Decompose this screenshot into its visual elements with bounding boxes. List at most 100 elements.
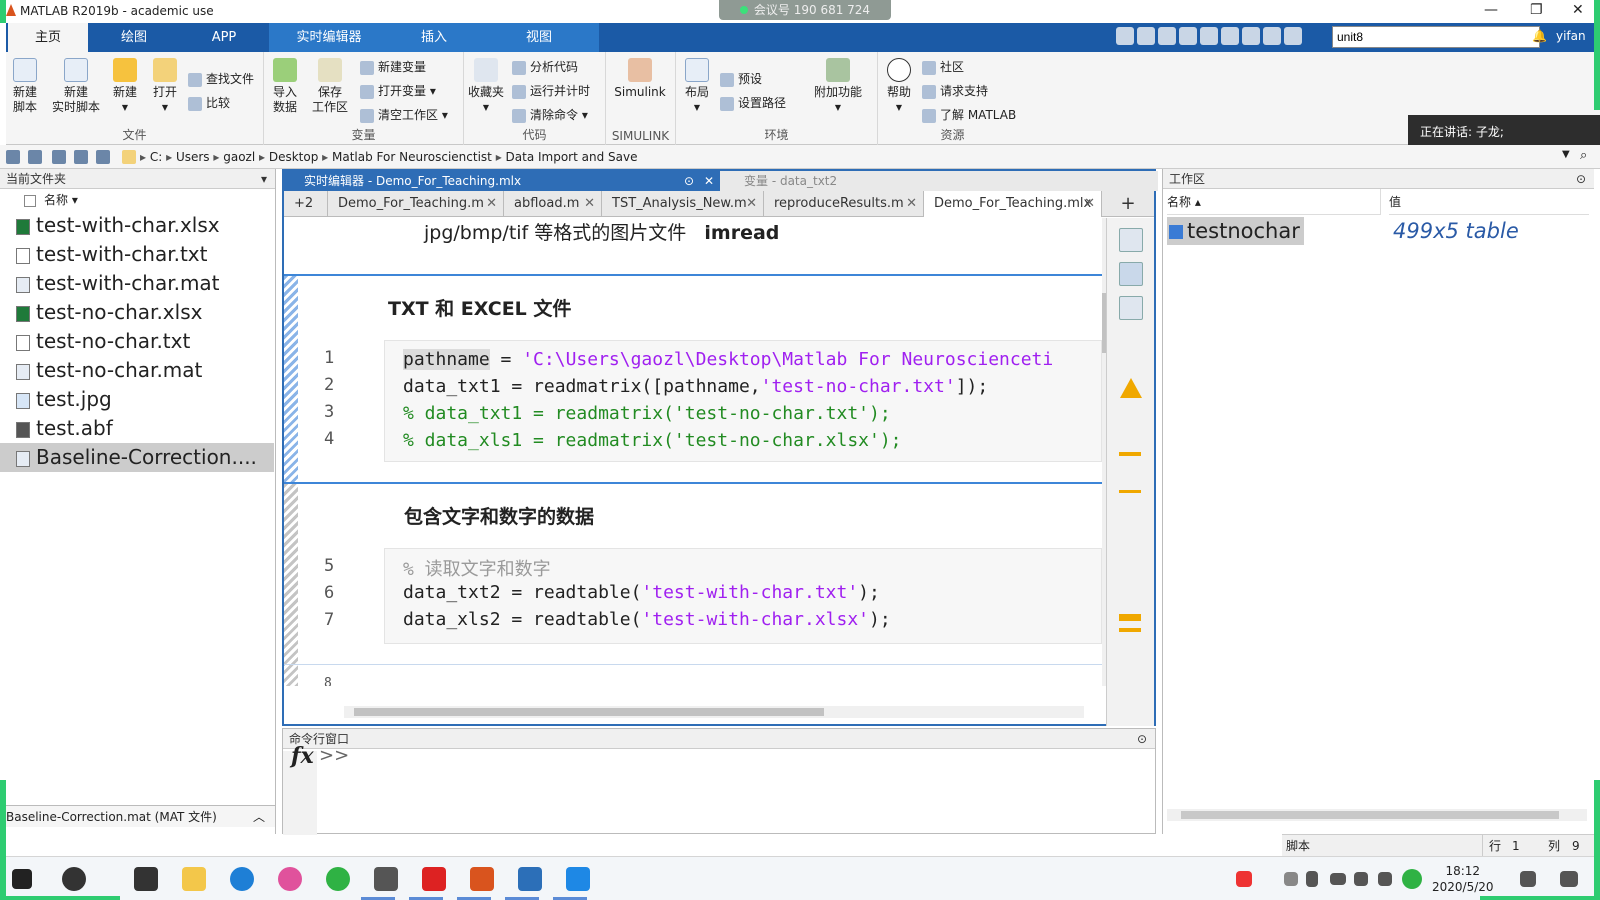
code-analyzer-mark[interactable] — [1119, 452, 1141, 456]
close-tab-icon[interactable]: ✕ — [906, 191, 917, 217]
editor-tab[interactable]: abfload.m ✕ — [504, 191, 602, 217]
save-icon[interactable] — [1116, 27, 1134, 45]
run-and-time-button[interactable]: 运行并计时 — [512, 82, 590, 99]
column-header-name[interactable]: 名称 ▴ — [1167, 189, 1381, 215]
compare-button[interactable]: 比较 — [188, 94, 230, 111]
search-icon[interactable]: ⌕ — [1580, 148, 1587, 163]
redo-icon[interactable] — [1221, 27, 1239, 45]
new-tab-button[interactable]: + — [1102, 191, 1154, 217]
import-data-button[interactable]: 导入 数据 — [268, 58, 302, 115]
file-item[interactable]: test-with-char.txt — [16, 240, 207, 269]
tab-home[interactable]: 主页 — [8, 23, 88, 52]
microphone-icon[interactable] — [1306, 871, 1318, 887]
close-tab-icon[interactable]: ✕ — [1084, 191, 1095, 217]
help-button[interactable]: 帮助 ▼ — [882, 58, 916, 115]
app-icon[interactable] — [62, 867, 86, 891]
new-variable-button[interactable]: 新建变量 — [360, 58, 426, 75]
notes-icon[interactable] — [1520, 871, 1536, 887]
more-tabs-button[interactable]: +2 — [284, 191, 328, 217]
edge-icon[interactable] — [230, 867, 254, 891]
scroll-thumb[interactable] — [1181, 811, 1559, 819]
set-path-button[interactable]: 设置路径 — [720, 94, 786, 111]
column-header-name[interactable]: 名称 ▾ — [24, 191, 78, 208]
cut-icon[interactable] — [1137, 27, 1155, 45]
open-button[interactable]: 打开 ▼ — [148, 58, 182, 115]
switch-windows-icon[interactable] — [1242, 27, 1260, 45]
tab-live-editor[interactable]: 实时编辑器 — [269, 23, 389, 52]
workspace-horizontal-scrollbar[interactable] — [1167, 809, 1587, 821]
code-analyzer-mark[interactable] — [1119, 490, 1141, 493]
back-icon[interactable] — [6, 150, 20, 164]
volume-icon[interactable] — [1354, 872, 1368, 886]
clear-search-icon[interactable]: ✕ — [1514, 28, 1525, 43]
up-folder-icon[interactable] — [52, 150, 66, 164]
open-variable-button[interactable]: 打开变量 ▾ — [360, 82, 436, 99]
file-item[interactable]: test-with-char.mat — [16, 269, 220, 298]
breadcrumb[interactable]: ▸ C: ▸ Users ▸ gaozl ▸ Desktop ▸ Matlab … — [140, 150, 637, 164]
editor-tab-active[interactable]: Demo_For_Teaching.mlx ✕ — [924, 191, 1102, 217]
copy-icon[interactable] — [1158, 27, 1176, 45]
pane-menu-icon[interactable]: ▾ — [261, 169, 267, 189]
tab-plots[interactable]: 绘图 — [94, 23, 174, 52]
code-block[interactable]: pathname = 'C:\Users\gaozl\Desktop\Matla… — [384, 340, 1102, 462]
search-input[interactable] — [1332, 26, 1540, 48]
simulink-button[interactable]: Simulink — [610, 58, 670, 100]
editor-close-icon[interactable]: ✕ — [704, 171, 714, 191]
editor-tab[interactable]: reproduceResults.m ✕ — [764, 191, 924, 217]
new-live-script-button[interactable]: 新建 实时脚本 — [48, 58, 104, 115]
meeting-app-icon[interactable] — [566, 867, 590, 891]
pane-menu-icon[interactable]: ⊙ — [1137, 729, 1147, 749]
chevron-up-icon[interactable]: ︿ — [253, 806, 265, 828]
wechat-icon[interactable] — [326, 867, 350, 891]
tab-view[interactable]: 视图 — [479, 23, 599, 52]
user-menu[interactable]: yifan — [1556, 29, 1586, 43]
undo-icon[interactable] — [1200, 27, 1218, 45]
browser-icon[interactable] — [278, 867, 302, 891]
code-analyzer-mark[interactable] — [1119, 628, 1141, 632]
paste-icon[interactable] — [1179, 27, 1197, 45]
analyze-code-button[interactable]: 分析代码 — [512, 58, 578, 75]
workspace-variable[interactable]: testnochar — [1167, 217, 1304, 245]
file-item[interactable]: test-with-char.xlsx — [16, 211, 220, 240]
file-item[interactable]: test.abf — [16, 414, 113, 443]
meeting-badge[interactable]: 会议号 190 681 724 — [719, 0, 891, 20]
restore-icon[interactable]: ❐ — [1530, 2, 1543, 18]
wifi-icon[interactable] — [1378, 872, 1392, 886]
clear-commands-button[interactable]: 清除命令 ▾ — [512, 106, 588, 123]
file-item-selected[interactable]: Baseline-Correction.... — [0, 443, 274, 472]
live-script-content[interactable]: jpg/bmp/tif 等格式的图片文件 imread TXT 和 EXCEL … — [284, 218, 1102, 686]
warning-icon[interactable] — [1120, 378, 1142, 398]
battery-icon[interactable] — [1330, 873, 1346, 885]
file-item[interactable]: test-no-char.txt — [16, 327, 190, 356]
new-button[interactable]: 新建 ▼ — [108, 58, 142, 115]
close-tab-icon[interactable]: ✕ — [746, 191, 757, 217]
dropdown-icon[interactable] — [1284, 27, 1302, 45]
output-inline-icon[interactable] — [1119, 228, 1143, 252]
store-icon[interactable] — [134, 867, 158, 891]
file-item[interactable]: test-no-char.xlsx — [16, 298, 202, 327]
editor-tab[interactable]: Demo_For_Teaching.m ✕ — [328, 191, 504, 217]
editor-horizontal-scrollbar[interactable] — [344, 706, 1084, 718]
close-tab-icon[interactable]: ✕ — [486, 191, 497, 217]
layout-button[interactable]: 布局 ▼ — [680, 58, 714, 115]
file-item[interactable]: test-no-char.mat — [16, 356, 202, 385]
file-explorer-icon[interactable] — [182, 867, 206, 891]
find-files-button[interactable]: 查找文件 — [188, 70, 254, 87]
help-icon[interactable] — [1263, 27, 1281, 45]
browse-folder-icon[interactable] — [74, 150, 88, 164]
file-item[interactable]: test.jpg — [16, 385, 112, 414]
code-analyzer-mark[interactable] — [1119, 614, 1141, 621]
wechat-tray-icon[interactable] — [1402, 869, 1422, 889]
pane-menu-icon[interactable]: ⊙ — [1576, 169, 1586, 189]
minimize-icon[interactable]: — — [1484, 2, 1498, 18]
output-right-icon[interactable] — [1119, 262, 1143, 286]
variable-editor-tab[interactable]: 变量 - data_txt2 — [720, 171, 1158, 191]
editor-tab[interactable]: TST_Analysis_New.m ✕ — [602, 191, 764, 217]
file-details-bar[interactable]: Baseline-Correction.mat (MAT 文件) ︿ — [0, 805, 275, 827]
matlab-icon[interactable] — [470, 867, 494, 891]
new-script-button[interactable]: 新建 脚本 — [8, 58, 42, 115]
favorites-button[interactable]: 收藏夹 ▼ — [466, 58, 506, 115]
addons-button[interactable]: 附加功能 ▼ — [810, 58, 866, 115]
windows-start-icon[interactable] — [12, 869, 32, 889]
close-icon[interactable]: ✕ — [1572, 2, 1584, 18]
